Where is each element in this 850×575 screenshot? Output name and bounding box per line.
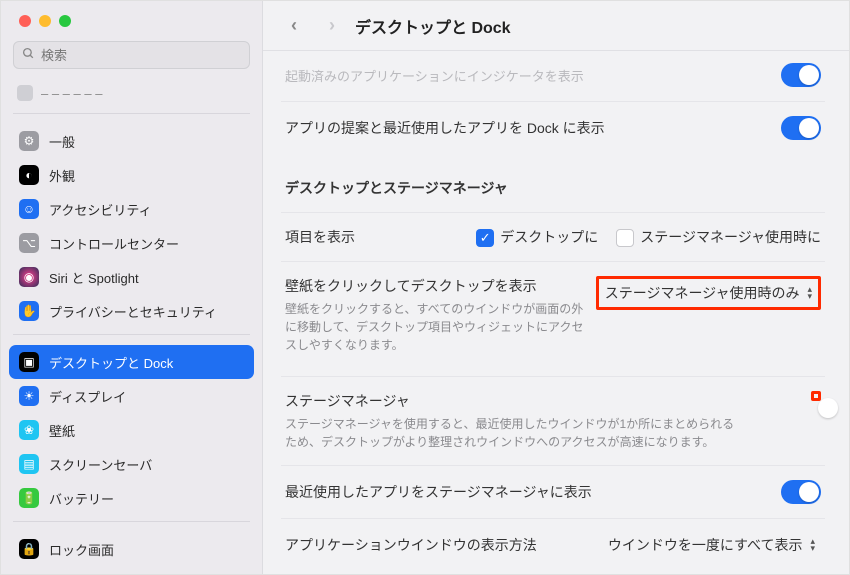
toggle-indicator-apps[interactable] bbox=[781, 63, 821, 87]
row-label: 起動済みのアプリケーションにインジケータを表示 bbox=[285, 66, 584, 85]
display-icon: ☀ bbox=[19, 386, 39, 406]
sidebar-item-label: 外観 bbox=[49, 166, 75, 185]
control-center-icon: ⌥ bbox=[19, 233, 39, 253]
checkbox-desktop[interactable]: ✓デスクトップに bbox=[476, 227, 598, 247]
sidebar-item-label: ディスプレイ bbox=[49, 387, 126, 406]
siri-icon: ◉ bbox=[19, 267, 39, 287]
close-icon[interactable] bbox=[19, 15, 31, 27]
dropdown-app-window-display[interactable]: ウインドウを一度にすべて表示 ▴▾ bbox=[602, 533, 821, 557]
sidebar-item-general[interactable]: ⚙ 一般 bbox=[9, 124, 254, 158]
checkbox-stage-manager[interactable]: ステージマネージャ使用時に bbox=[616, 227, 821, 247]
search-field[interactable] bbox=[41, 48, 241, 63]
toggle-recent-stage[interactable] bbox=[781, 480, 821, 504]
sidebar-item-control-center[interactable]: ⌥ コントロールセンター bbox=[9, 226, 254, 260]
page-title: デスクトップと Dock bbox=[355, 14, 511, 38]
row-label: 項目を表示 bbox=[285, 227, 355, 247]
sidebar-item-label: 一般 bbox=[49, 132, 75, 151]
gear-icon: ⚙ bbox=[19, 131, 39, 151]
row-description: 壁紙をクリックすると、すべてのウインドウが画面の外に移動して、デスクトップ項目や… bbox=[285, 300, 585, 354]
chevron-updown-icon: ▴▾ bbox=[807, 286, 812, 300]
search-input[interactable] bbox=[13, 41, 250, 69]
dock-icon: ▣ bbox=[19, 352, 39, 372]
fullscreen-icon[interactable] bbox=[59, 15, 71, 27]
section-title: デスクトップとステージマネージャ bbox=[281, 154, 825, 204]
sidebar-item-accessibility[interactable]: ☺ アクセシビリティ bbox=[9, 192, 254, 226]
check-icon bbox=[616, 229, 634, 247]
sidebar-item-battery[interactable]: 🔋 バッテリー bbox=[9, 481, 254, 515]
traffic-lights[interactable] bbox=[1, 1, 262, 41]
sidebar-item-label: スクリーンセーバ bbox=[49, 455, 152, 474]
search-icon bbox=[22, 47, 35, 63]
sidebar-item-lock-screen[interactable]: 🔒 ロック画面 bbox=[9, 532, 254, 566]
row-label: アプリケーションウインドウの表示方法 bbox=[285, 535, 537, 555]
sidebar-item-siri[interactable]: ◉ Siri と Spotlight bbox=[9, 260, 254, 294]
battery-icon: 🔋 bbox=[19, 488, 39, 508]
sidebar-item-privacy[interactable]: ✋ プライバシーとセキュリティ bbox=[9, 294, 254, 328]
sidebar-collapsed-row: – – – – – – bbox=[9, 79, 254, 107]
header: ‹ › デスクトップと Dock bbox=[263, 1, 849, 51]
dropdown-click-wallpaper[interactable]: ステージマネージャ使用時のみ ▴▾ bbox=[596, 276, 821, 310]
sidebar-item-label: アクセシビリティ bbox=[49, 200, 152, 219]
lock-icon: 🔒 bbox=[19, 539, 39, 559]
sidebar-item-label: Siri と Spotlight bbox=[49, 268, 139, 287]
sidebar-divider bbox=[13, 521, 250, 522]
accessibility-icon: ☺ bbox=[19, 199, 39, 219]
dropdown-value: ステージマネージャ使用時のみ bbox=[605, 283, 800, 303]
wallpaper-icon: ❀ bbox=[19, 420, 39, 440]
row-label: 最近使用したアプリをステージマネージャに表示 bbox=[285, 482, 592, 502]
minimize-icon[interactable] bbox=[39, 15, 51, 27]
sidebar-item-screensaver[interactable]: ▤ スクリーンセーバ bbox=[9, 447, 254, 481]
sidebar-item-label: 壁紙 bbox=[49, 421, 75, 440]
row-label: ステージマネージャ bbox=[285, 391, 811, 411]
row-description: ステージマネージャを使用すると、最近使用したウインドウが1か所にまとめられるため… bbox=[285, 415, 745, 451]
sidebar-item-label: バッテリー bbox=[49, 489, 114, 508]
row-label: アプリの提案と最近使用したアプリを Dock に表示 bbox=[285, 118, 605, 138]
sidebar-item-label: プライバシーとセキュリティ bbox=[49, 302, 217, 321]
sidebar-item-label: デスクトップと Dock bbox=[49, 353, 173, 372]
sidebar-item-display[interactable]: ☀ ディスプレイ bbox=[9, 379, 254, 413]
section-title: ウィジェット bbox=[281, 571, 825, 574]
sidebar-item-desktop-dock[interactable]: ▣ デスクトップと Dock bbox=[9, 345, 254, 379]
back-button[interactable]: ‹ bbox=[279, 15, 309, 36]
show-items-options: ✓デスクトップに ステージマネージャ使用時に bbox=[476, 227, 821, 247]
screensaver-icon: ▤ bbox=[19, 454, 39, 474]
row-label: 壁紙をクリックしてデスクトップを表示 bbox=[285, 276, 585, 296]
dropdown-value: ウインドウを一度にすべて表示 bbox=[608, 535, 803, 555]
sidebar-item-label: コントロールセンター bbox=[49, 234, 179, 253]
forward-button[interactable]: › bbox=[317, 15, 347, 36]
sidebar-item-wallpaper[interactable]: ❀ 壁紙 bbox=[9, 413, 254, 447]
sidebar-divider bbox=[13, 334, 250, 335]
appearance-icon: ◐ bbox=[19, 165, 39, 185]
check-icon: ✓ bbox=[476, 229, 494, 247]
toggle-suggested-apps[interactable] bbox=[781, 116, 821, 140]
chevron-updown-icon: ▴▾ bbox=[810, 538, 815, 552]
sidebar-divider bbox=[13, 113, 250, 114]
sidebar-item-label: ロック画面 bbox=[49, 540, 114, 559]
privacy-icon: ✋ bbox=[19, 301, 39, 321]
sidebar-item-appearance[interactable]: ◐ 外観 bbox=[9, 158, 254, 192]
